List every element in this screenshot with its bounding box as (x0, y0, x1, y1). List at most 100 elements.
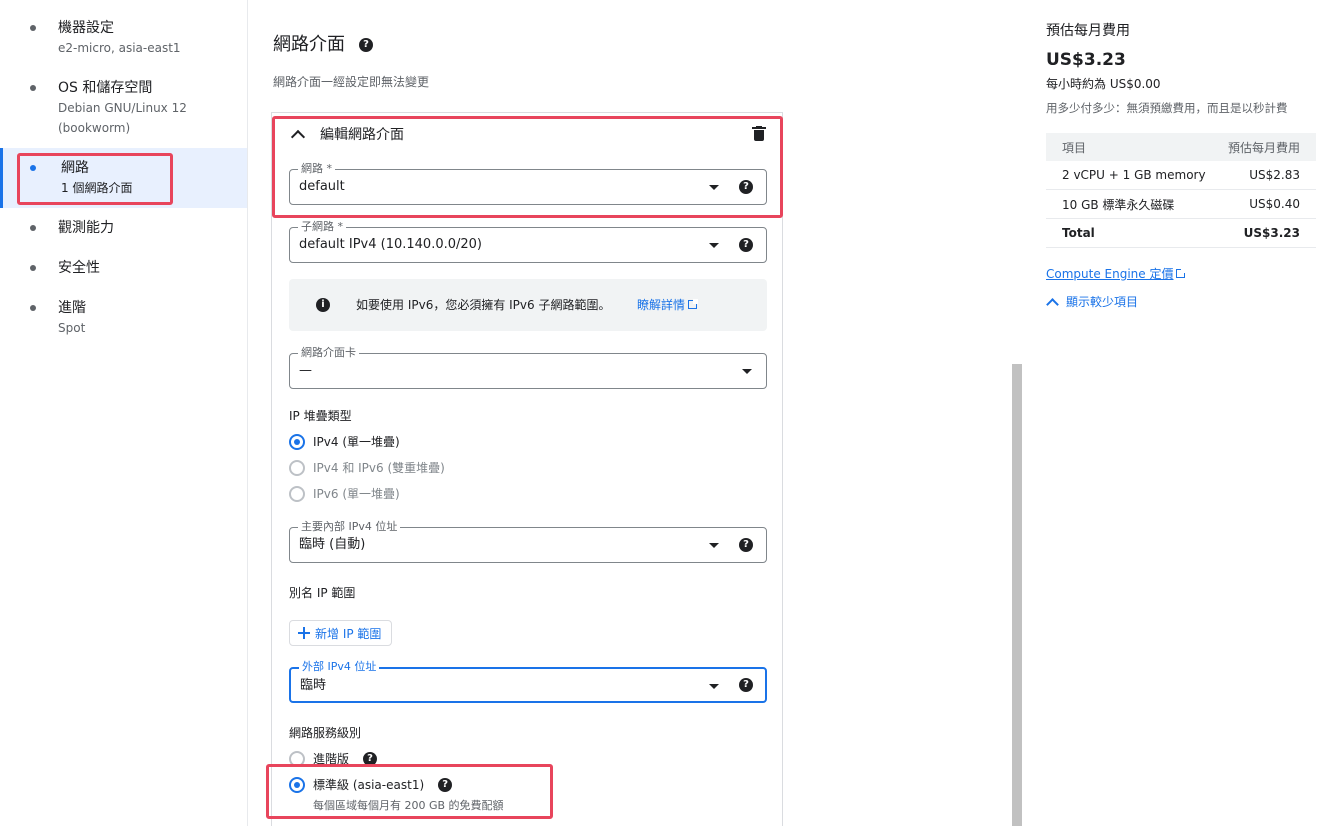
help-icon[interactable]: ? (363, 752, 378, 766)
step-title: 觀測能力 (58, 220, 114, 236)
info-icon: i (316, 298, 330, 312)
field-value: 臨時 (300, 678, 327, 693)
page-subtitle: 網路介面一經設定即無法變更 (273, 75, 430, 89)
item-name: 10 GB 標準永久磁碟 (1062, 197, 1175, 212)
step-machine-config[interactable]: 機器設定 e2-micro, asia-east1 (0, 18, 247, 58)
column-header: 項目 (1062, 140, 1087, 155)
step-bullet-icon (30, 25, 36, 31)
step-os-storage[interactable]: OS 和儲存空間 Debian GNU/Linux 12 (bookworm) (0, 78, 247, 138)
radio-ipv4-single[interactable]: IPv4 (單一堆疊) (289, 434, 400, 450)
step-nav: 機器設定 e2-micro, asia-east1 OS 和儲存空間 Debia… (0, 0, 248, 826)
field-value: default (299, 179, 345, 194)
step-bullet-icon (30, 85, 36, 91)
ip-stack-label: IP 堆疊類型 (289, 409, 352, 423)
radio-label: 進階版 (313, 752, 350, 766)
step-subtitle-line2: (bookworm) (58, 121, 131, 135)
subnet-select[interactable]: 子網路 * default IPv4 (10.140.0.0/20) ? (289, 220, 767, 263)
step-advanced[interactable]: 進階 Spot (0, 298, 247, 338)
radio-tier-premium[interactable]: 進階版 ? (289, 751, 378, 767)
alias-ip-label: 別名 IP 範圍 (289, 586, 356, 600)
radio-tier-standard[interactable]: 標準級 (asia-east1) ? (289, 777, 453, 793)
network-tier-label: 網路服務級別 (289, 726, 362, 740)
field-label: 網路介面卡 (298, 346, 359, 360)
radio-checked-icon[interactable] (289, 777, 305, 793)
radio-dual-stack[interactable]: IPv4 和 IPv6 (雙重堆疊) (289, 460, 445, 476)
step-bullet-icon (30, 265, 36, 271)
step-title: 進階 (58, 300, 86, 316)
radio-label: 標準級 (asia-east1) (313, 778, 425, 792)
item-cost: US$2.83 (1249, 168, 1300, 182)
field-label: 子網路 * (298, 220, 346, 234)
table-header: 項目 預估每月費用 (1046, 133, 1316, 161)
dropdown-arrow-icon[interactable] (709, 243, 719, 248)
radio-ipv6-single[interactable]: IPv6 (單一堆疊) (289, 486, 400, 502)
radio-label: IPv4 (單一堆疊) (313, 435, 400, 449)
external-link-icon (688, 299, 699, 309)
dropdown-arrow-icon[interactable] (709, 185, 719, 190)
field-value: default IPv4 (10.140.0.0/20) (299, 237, 483, 252)
delete-icon[interactable] (752, 126, 766, 142)
dropdown-arrow-icon[interactable] (709, 684, 719, 689)
page-title: 網路介面 ? (273, 34, 373, 56)
pricing-link-text: Compute Engine 定價 (1046, 267, 1174, 281)
cost-title: 預估每月費用 (1046, 23, 1130, 39)
field-value: 臨時 (自動) (299, 537, 366, 552)
step-title: 網路 (61, 160, 89, 176)
chevron-up-icon[interactable] (290, 127, 304, 141)
radio-unchecked-icon[interactable] (289, 486, 305, 502)
table-row: 10 GB 標準永久磁碟 US$0.40 (1046, 190, 1316, 219)
dropdown-arrow-icon[interactable] (742, 369, 752, 374)
external-ip-select[interactable]: 外部 IPv4 位址 臨時 ? (289, 660, 767, 703)
ipv6-info-banner: i 如要使用 IPv6，您必須擁有 IPv6 子網路範圍。 瞭解詳情 (289, 279, 767, 331)
show-less-text: 顯示較少項目 (1066, 295, 1139, 309)
field-label: 網路 * (298, 162, 335, 176)
cost-table: 項目 預估每月費用 2 vCPU + 1 GB memory US$2.83 1… (1046, 133, 1316, 248)
card-title: 編輯網路介面 (320, 127, 404, 143)
help-icon[interactable]: ? (739, 538, 753, 552)
scrollbar-thumb[interactable] (1012, 364, 1022, 826)
help-icon[interactable]: ? (739, 678, 753, 692)
help-icon[interactable]: ? (438, 778, 453, 792)
field-label: 主要內部 IPv4 位址 (298, 520, 401, 534)
radio-unchecked-icon[interactable] (289, 751, 305, 767)
help-icon[interactable]: ? (739, 180, 753, 194)
external-link-icon (1176, 268, 1187, 278)
table-row: 2 vCPU + 1 GB memory US$2.83 (1046, 161, 1316, 190)
item-cost: US$0.40 (1249, 197, 1300, 211)
card-header[interactable]: 編輯網路介面 (290, 124, 404, 144)
network-select[interactable]: 網路 * default ? (289, 162, 767, 205)
step-bullet-icon (30, 165, 36, 171)
step-security[interactable]: 安全性 (0, 258, 247, 278)
learn-more-text: 瞭解詳情 (637, 298, 686, 312)
step-subtitle: 1 個網路介面 (61, 181, 133, 195)
step-subtitle: Debian GNU/Linux 12 (58, 101, 187, 115)
help-icon[interactable]: ? (359, 38, 373, 52)
item-name: 2 vCPU + 1 GB memory (1062, 168, 1206, 182)
total-label: Total (1062, 226, 1095, 240)
table-total-row: Total US$3.23 (1046, 219, 1316, 248)
add-ip-range-button[interactable]: 新增 IP 範圍 (289, 620, 393, 646)
field-label: 外部 IPv4 位址 (299, 660, 380, 674)
plus-icon (298, 627, 310, 639)
radio-checked-icon[interactable] (289, 434, 305, 450)
step-title: 機器設定 (58, 20, 114, 36)
vm-create-page: 機器設定 e2-micro, asia-east1 OS 和儲存空間 Debia… (0, 0, 1326, 826)
step-bullet-icon (30, 225, 36, 231)
radio-label: IPv4 和 IPv6 (雙重堆疊) (313, 461, 445, 475)
step-networking[interactable]: 網路 1 個網路介面 (0, 148, 247, 208)
total-cost: US$3.23 (1243, 226, 1300, 240)
radio-label: IPv6 (單一堆疊) (313, 487, 400, 501)
show-less-link[interactable]: 顯示較少項目 (1046, 293, 1138, 310)
internal-ip-select[interactable]: 主要內部 IPv4 位址 臨時 (自動) ? (289, 520, 767, 563)
radio-unchecked-icon[interactable] (289, 460, 305, 476)
dropdown-arrow-icon[interactable] (709, 543, 719, 548)
billing-note: 用多少付多少：無須預繳費用，而且是以秒計費 (1046, 101, 1288, 115)
help-icon[interactable]: ? (739, 238, 753, 252)
step-subtitle: Spot (58, 321, 86, 335)
step-observability[interactable]: 觀測能力 (0, 218, 247, 238)
learn-more-link[interactable]: 瞭解詳情 (637, 296, 699, 314)
standard-tier-note: 每個區域每個月有 200 GB 的免費配額 (313, 799, 504, 812)
pricing-link[interactable]: Compute Engine 定價 (1046, 265, 1187, 282)
nic-select[interactable]: 網路介面卡 — (289, 346, 767, 389)
field-value: — (299, 363, 312, 378)
